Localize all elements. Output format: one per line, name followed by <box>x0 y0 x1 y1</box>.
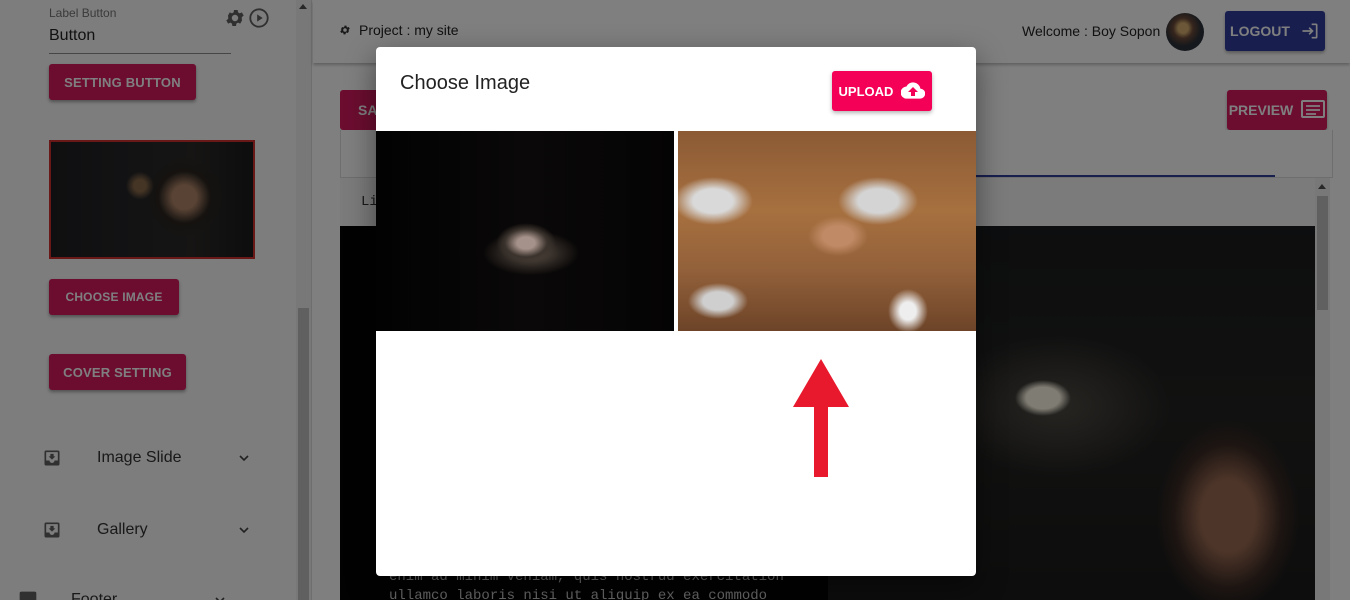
upload-label: UPLOAD <box>838 83 894 99</box>
image-option-dark-desk[interactable] <box>376 131 674 331</box>
upload-button[interactable]: UPLOAD <box>832 71 932 111</box>
red-arrow-up-icon <box>793 359 849 477</box>
choose-image-dialog: Choose Image UPLOAD <box>376 47 976 576</box>
dialog-title: Choose Image <box>400 72 531 94</box>
image-option-team-fist-bump[interactable] <box>678 131 976 331</box>
cloud-upload-icon <box>901 82 926 99</box>
